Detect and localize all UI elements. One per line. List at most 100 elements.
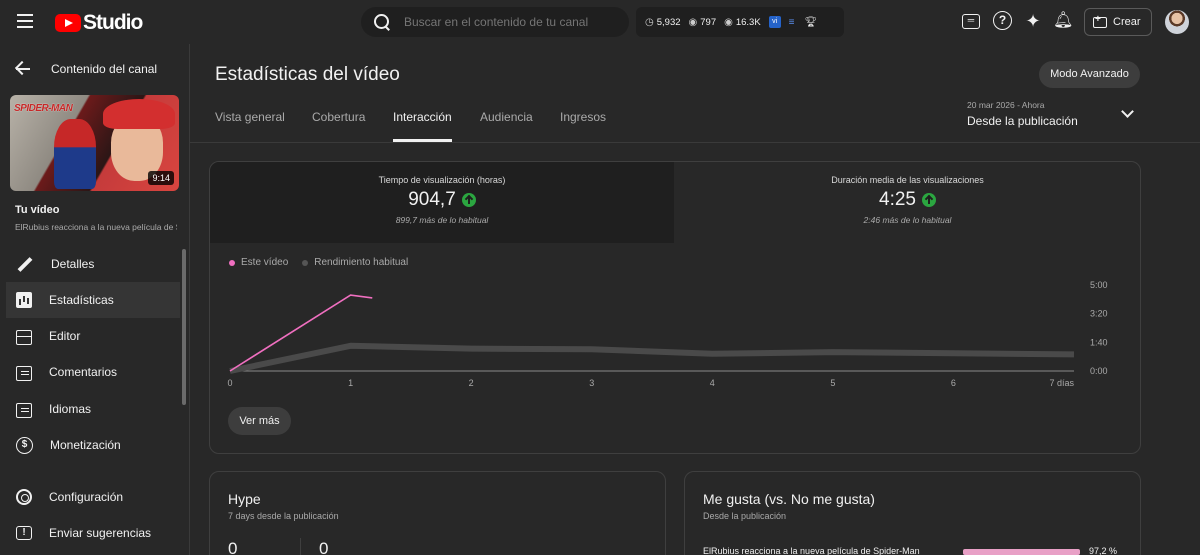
card-subtitle: 7 days desde la publicación — [228, 511, 339, 521]
sidebar-item-label: Estadísticas — [49, 293, 114, 307]
pencil-icon — [16, 255, 34, 273]
stat-views: ◉ 797 — [689, 17, 717, 28]
chevron-down-icon[interactable] — [1121, 105, 1134, 118]
feedback-icon[interactable]: ═ — [962, 14, 980, 29]
stat-views-total: ◉ 16.3K — [724, 17, 761, 28]
your-video-label: Tu vídeo — [15, 204, 60, 216]
thumbnail-hero — [54, 119, 96, 189]
avatar[interactable] — [1165, 10, 1189, 34]
eye-icon: ◉ — [724, 16, 733, 28]
arrow-up-icon — [461, 193, 476, 207]
see-more-button[interactable]: Ver más — [228, 407, 291, 435]
metric-value: 904,7 — [408, 189, 456, 210]
sidebar-item-label: Comentarios — [49, 365, 118, 379]
sidebar-item-label: Enviar sugerencias — [49, 526, 152, 540]
metric-comparison: 2:46 más de lo habitual — [863, 215, 952, 225]
sparkle-icon[interactable]: ✦ — [1023, 11, 1043, 31]
create-button[interactable]: Crear — [1084, 8, 1152, 36]
tab-revenue[interactable]: Ingresos — [560, 110, 606, 142]
likes-card: Me gusta (vs. No me gusta) Desde la publ… — [684, 471, 1141, 555]
comments-icon — [16, 365, 32, 381]
eye-icon: ◉ — [688, 16, 698, 28]
hype-value: 0 — [228, 539, 238, 555]
logo-text: Studio — [83, 11, 143, 34]
extension-stats[interactable]: ◷ 5,932 ◉ 797 ◉ 16.3K vi ≡ 🏆︎ — [636, 7, 844, 37]
search-bar[interactable] — [361, 7, 629, 37]
stat-subscribers: ◷ 5,932 — [645, 17, 681, 28]
series-line-this-video — [229, 294, 373, 372]
advanced-mode-button[interactable]: Modo Avanzado — [1039, 61, 1140, 88]
metric-avg-view-duration[interactable]: Duración media de las visualizaciones 4:… — [674, 162, 1140, 243]
sidebar-item-editor[interactable]: Editor — [6, 318, 180, 354]
search-input[interactable] — [404, 15, 624, 29]
studio-logo[interactable]: Studio — [55, 11, 143, 35]
metric-value-row: 4:25 — [674, 189, 1140, 211]
list-icon[interactable]: ≡ — [789, 17, 795, 28]
page-title: Estadísticas del vídeo — [215, 64, 400, 85]
video-thumbnail[interactable]: SPIDER-MAN 9:14 — [10, 95, 179, 191]
sidebar-item-comments[interactable]: Comentarios — [6, 354, 180, 390]
x-tick-label: 6 — [951, 378, 956, 388]
metric-label: Tiempo de visualización (horas) — [378, 175, 506, 185]
retention-chart[interactable]: 0:00 1:40 3:20 5:00 0 1 2 3 4 5 6 7 días — [210, 267, 1140, 397]
y-tick-label: 0:00 — [1090, 366, 1108, 376]
editor-icon — [16, 329, 32, 345]
x-tick-label: 2 — [469, 378, 474, 388]
sidebar-item-feedback[interactable]: ! Enviar sugerencias — [6, 515, 180, 551]
create-label: Crear — [1113, 16, 1141, 28]
engagement-card: Tiempo de visualización (horas) 904,7 89… — [209, 161, 1141, 454]
dollar-icon: $ — [16, 436, 33, 454]
date-range-label: Desde la publicación — [967, 114, 1078, 128]
tab-reach[interactable]: Cobertura — [312, 110, 365, 142]
youtube-logo-icon — [55, 14, 81, 32]
bell-icon[interactable]: 🔔︎ — [1053, 11, 1073, 31]
search-icon[interactable] — [374, 14, 390, 30]
sidebar: Contenido del canal SPIDER-MAN 9:14 Tu v… — [0, 44, 190, 555]
back-to-content[interactable]: Contenido del canal — [14, 60, 157, 78]
back-label: Contenido del canal — [51, 62, 158, 76]
x-tick-label: 0 — [227, 378, 232, 388]
likes-bar — [963, 549, 1080, 555]
analytics-icon — [16, 292, 32, 308]
stat-value: 5,932 — [656, 16, 681, 28]
x-tick-label: 1 — [348, 378, 353, 388]
menu-icon[interactable] — [17, 14, 33, 28]
tab-engagement[interactable]: Interacción — [393, 110, 452, 142]
legend-dot — [229, 259, 235, 266]
tab-overview[interactable]: Vista general — [215, 110, 285, 142]
tab-audience[interactable]: Audiencia — [480, 110, 533, 142]
thumbnail-title: SPIDER-MAN — [14, 103, 73, 114]
extension-badge-icon[interactable]: vi — [768, 16, 781, 28]
likes-row-label: ElRubius reacciona a la nueva película d… — [703, 546, 920, 555]
trophy-icon[interactable]: 🏆︎ — [805, 17, 818, 28]
metric-watch-time[interactable]: Tiempo de visualización (horas) 904,7 89… — [210, 162, 674, 243]
create-video-icon — [1093, 14, 1107, 28]
tabs-divider — [190, 142, 1200, 143]
clock-icon: ◷ — [645, 16, 654, 28]
sidebar-item-label: Detalles — [51, 257, 95, 271]
metric-comparison: 899,7 más de lo habitual — [395, 215, 489, 225]
sidebar-scrollbar[interactable] — [182, 249, 186, 405]
y-tick-label: 1:40 — [1090, 337, 1108, 347]
help-icon[interactable]: ? — [993, 11, 1012, 30]
metric-label: Duración media de las visualizaciones — [831, 175, 984, 185]
x-tick-label: 5 — [830, 378, 835, 388]
arrow-back-icon[interactable] — [14, 60, 32, 78]
thumbnail-cap — [103, 99, 175, 129]
sidebar-item-languages[interactable]: Idiomas — [6, 391, 180, 427]
metric-value: 4:25 — [879, 189, 916, 210]
x-tick-label: 4 — [710, 378, 715, 388]
arrow-up-icon — [921, 193, 936, 207]
likes-percent: 97,2 % — [1089, 546, 1118, 555]
sidebar-item-details[interactable]: Detalles — [6, 246, 180, 282]
card-subtitle: Desde la publicación — [703, 511, 787, 521]
y-tick-label: 5:00 — [1090, 280, 1108, 290]
date-range-selector[interactable]: 20 mar 2026 - Ahora Desde la publicación — [967, 100, 1078, 128]
date-range-dates: 20 mar 2026 - Ahora — [967, 100, 1045, 110]
sidebar-item-label: Monetización — [50, 438, 121, 452]
sidebar-item-label: Editor — [49, 329, 81, 343]
divider — [300, 538, 301, 555]
sidebar-item-monetization[interactable]: $ Monetización — [6, 427, 180, 463]
sidebar-item-settings[interactable]: Configuración — [6, 479, 180, 515]
sidebar-item-analytics[interactable]: Estadísticas — [6, 282, 180, 318]
